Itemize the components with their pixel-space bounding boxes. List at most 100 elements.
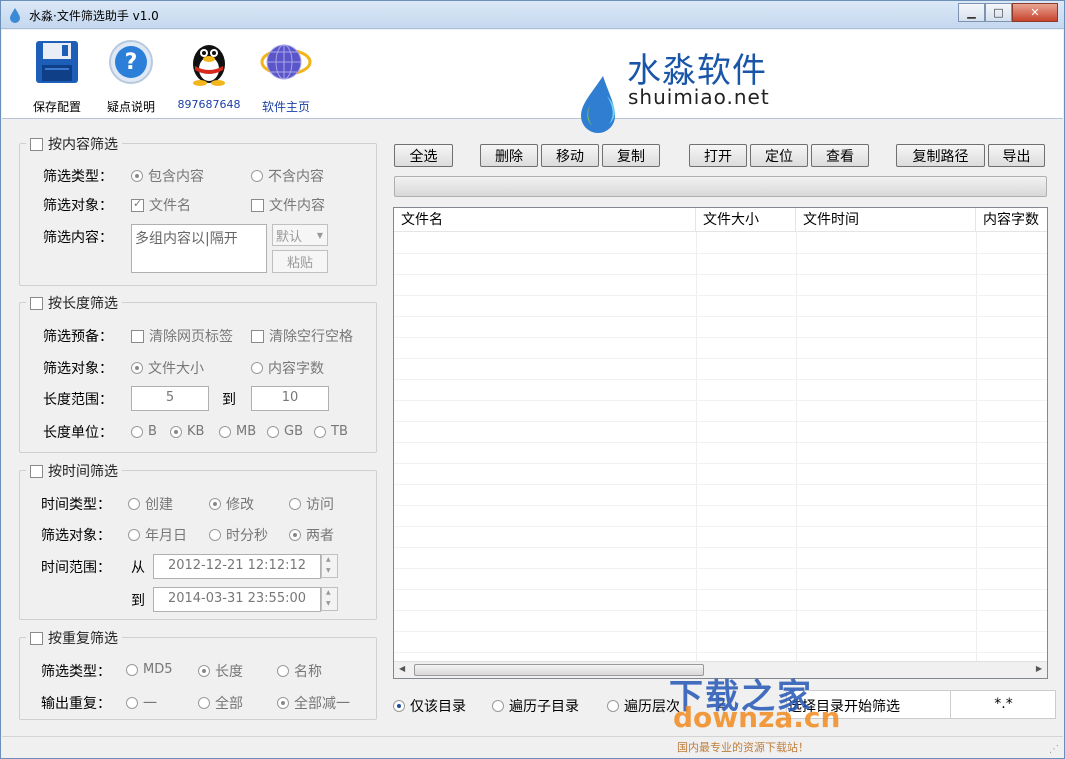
title-bar[interactable]: 水淼·文件筛选助手 v1.0 ▁ □ ✕ (1, 1, 1064, 29)
dup-output-label: 输出重复： (41, 696, 111, 712)
homepage-label: 软件主页 (261, 100, 310, 114)
dup-type-md5-option[interactable]: MD5 (126, 662, 173, 677)
length-filter-checkbox[interactable] (30, 296, 43, 310)
window-title: 水淼·文件筛选助手 v1.0 (29, 9, 159, 23)
column-header-wordcount[interactable]: 内容字数 (976, 208, 1047, 232)
checkbox-icon (131, 329, 144, 343)
save-config-button[interactable]: 保存配置 (22, 36, 92, 115)
time-target-date-option[interactable]: 年月日 (128, 525, 187, 545)
content-filter-toggle[interactable]: 按内容筛选 (26, 134, 122, 154)
app-icon (7, 7, 23, 23)
row-divider (394, 526, 1047, 527)
dup-filter-checkbox[interactable] (30, 631, 43, 645)
view-button[interactable]: 查看 (811, 144, 869, 167)
content-target-filename-option[interactable]: 文件名 (131, 195, 191, 215)
content-text-input[interactable]: 多组内容以|隔开 (131, 224, 267, 273)
content-filter-checkbox[interactable] (30, 137, 43, 151)
help-button[interactable]: ? 疑点说明 (96, 36, 166, 115)
time-from-input[interactable]: 2012-12-21 12:12:12 (153, 554, 321, 579)
strip-html-option[interactable]: 清除网页标签 (131, 326, 233, 346)
option-label: 不含内容 (268, 169, 324, 185)
move-button[interactable]: 移动 (541, 144, 599, 167)
grid-divider (976, 232, 977, 662)
content-target-filecontent-option[interactable]: 文件内容 (251, 195, 325, 215)
time-to-input[interactable]: 2014-03-31 23:55:00 (153, 587, 321, 612)
option-label: 仅该目录 (410, 699, 466, 715)
dup-output-all-option[interactable]: 全部 (198, 693, 243, 713)
locate-button[interactable]: 定位 (750, 144, 808, 167)
length-from-input[interactable]: 5 (131, 386, 209, 411)
time-type-modify-option[interactable]: 修改 (209, 494, 254, 514)
unit-tb-option[interactable]: TB (314, 424, 348, 439)
column-header-filetime[interactable]: 文件时间 (796, 208, 976, 232)
radio-icon (219, 425, 231, 438)
length-to-input[interactable]: 10 (251, 386, 329, 411)
radio-icon (289, 498, 301, 510)
homepage-button[interactable]: 软件主页 (251, 36, 321, 115)
scan-subdirs-option[interactable]: 遍历子目录 (492, 696, 579, 716)
time-target-time-option[interactable]: 时分秒 (209, 525, 268, 545)
time-type-create-option[interactable]: 创建 (128, 494, 173, 514)
scroll-right-icon[interactable]: ▶ (1036, 664, 1042, 673)
close-button[interactable]: ✕ (1012, 3, 1058, 22)
row-divider (394, 631, 1047, 632)
time-to-spinner[interactable] (321, 587, 338, 611)
radio-icon (128, 529, 140, 541)
minimize-button[interactable]: ▁ (958, 3, 985, 22)
length-filter-title: 按长度筛选 (48, 296, 118, 312)
copy-path-button[interactable]: 复制路径 (896, 144, 985, 167)
grid-divider (796, 232, 797, 662)
export-button[interactable]: 导出 (988, 144, 1045, 167)
radio-icon (126, 697, 138, 709)
content-type-include-option[interactable]: 包含内容 (131, 166, 204, 186)
time-from-spinner[interactable] (321, 554, 338, 578)
radio-icon (198, 697, 210, 709)
option-label: B (148, 424, 157, 439)
file-pattern-input[interactable]: *.* (950, 691, 1056, 718)
row-divider (394, 505, 1047, 506)
scroll-thumb[interactable] (414, 664, 704, 676)
radio-icon (267, 425, 279, 438)
length-target-wordcount-option[interactable]: 内容字数 (251, 358, 324, 378)
dup-filter-toggle[interactable]: 按重复筛选 (26, 628, 122, 648)
resize-grip-icon[interactable]: ⋰ (1049, 744, 1059, 755)
default-select[interactable]: 默认 ▼ (272, 224, 328, 246)
row-divider (394, 295, 1047, 296)
column-header-filesize[interactable]: 文件大小 (696, 208, 796, 232)
scroll-left-icon[interactable]: ◀ (399, 664, 405, 673)
length-target-filesize-option[interactable]: 文件大小 (131, 358, 204, 378)
unit-kb-option[interactable]: KB (170, 424, 204, 439)
radio-icon (314, 425, 326, 438)
open-button[interactable]: 打开 (689, 144, 747, 167)
copy-button[interactable]: 复制 (602, 144, 660, 167)
time-target-both-option[interactable]: 两者 (289, 525, 334, 545)
dup-output-one-option[interactable]: 一 (126, 693, 157, 713)
select-all-button[interactable]: 全选 (394, 144, 453, 167)
file-list[interactable]: 文件名 文件大小 文件时间 内容字数 ◀ ▶ (393, 207, 1048, 679)
unit-b-option[interactable]: B (131, 424, 157, 439)
time-type-access-option[interactable]: 访问 (289, 494, 334, 514)
content-type-exclude-option[interactable]: 不含内容 (251, 166, 324, 186)
time-filter-toggle[interactable]: 按时间筛选 (26, 461, 122, 481)
save-config-label: 保存配置 (32, 100, 81, 114)
unit-gb-option[interactable]: GB (267, 424, 303, 439)
unit-mb-option[interactable]: MB (219, 424, 256, 439)
radio-icon (209, 529, 221, 541)
option-label: 长度 (215, 664, 243, 680)
dup-filter-title: 按重复筛选 (48, 631, 118, 647)
qq-penguin-icon (183, 36, 235, 88)
time-filter-checkbox[interactable] (30, 464, 43, 478)
dup-type-length-option[interactable]: 长度 (198, 661, 243, 681)
dup-type-name-option[interactable]: 名称 (277, 661, 322, 681)
column-header-filename[interactable]: 文件名 (394, 208, 696, 232)
paste-button[interactable]: 粘贴 (272, 250, 328, 273)
dup-output-all-minus-one-option[interactable]: 全部减一 (277, 693, 350, 713)
qq-contact-button[interactable]: 897687648 (174, 36, 244, 111)
maximize-button[interactable]: □ (985, 3, 1012, 22)
row-divider (394, 400, 1047, 401)
length-range-label: 长度范围： (43, 392, 113, 408)
strip-blank-option[interactable]: 清除空行空格 (251, 326, 353, 346)
delete-button[interactable]: 删除 (480, 144, 538, 167)
scan-current-dir-option[interactable]: 仅该目录 (393, 696, 466, 716)
length-filter-toggle[interactable]: 按长度筛选 (26, 293, 122, 313)
